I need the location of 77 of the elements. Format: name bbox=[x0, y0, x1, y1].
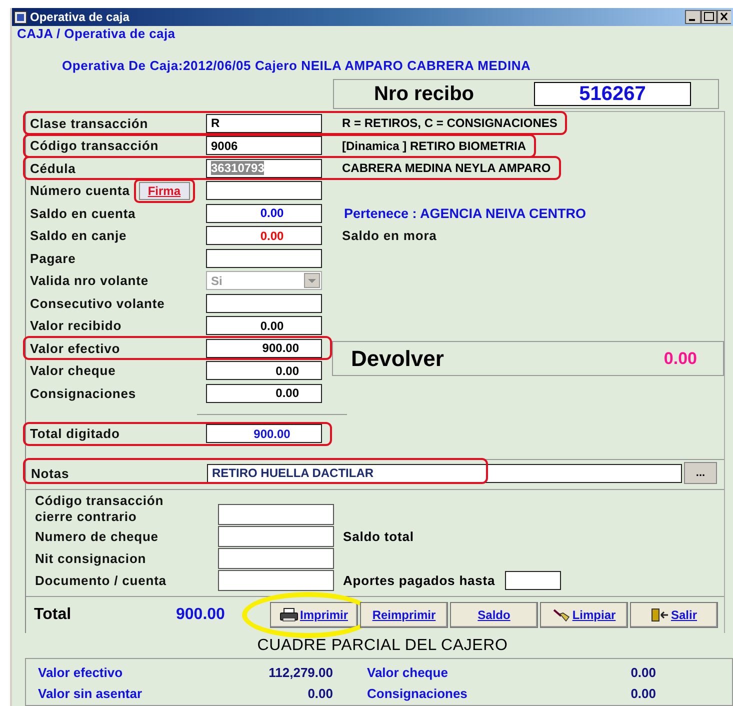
field-note: CABRERA MEDINA NEYLA AMPARO bbox=[342, 161, 551, 176]
summary-value: 0.00 bbox=[306, 686, 333, 700]
input-field[interactable]: 900.00 bbox=[206, 424, 322, 444]
action-button[interactable]: Reimprimir bbox=[360, 602, 448, 628]
input-field[interactable] bbox=[218, 504, 334, 524]
input-field[interactable]: 0.00 bbox=[206, 226, 322, 246]
input-field[interactable]: 36310793 bbox=[206, 158, 322, 178]
field-label: Saldo total bbox=[343, 529, 414, 544]
field-label: Consecutivo volante bbox=[30, 296, 165, 311]
window-title: Operativa de caja bbox=[30, 10, 130, 24]
input-field[interactable]: 0.00 bbox=[206, 316, 322, 336]
section-title: CUADRE PARCIAL DEL CAJERO bbox=[256, 636, 509, 656]
summary-label: Valor sin asentar bbox=[38, 686, 144, 700]
action-button[interactable]: Imprimir bbox=[270, 602, 358, 628]
field-label: Notas bbox=[31, 466, 70, 481]
total-label: Total bbox=[33, 606, 72, 624]
field-note: [Dinamica ] RETIRO BIOMETRIA bbox=[342, 138, 526, 153]
field-label: Número cuenta bbox=[30, 183, 130, 198]
input-field[interactable] bbox=[206, 248, 322, 268]
input-field[interactable]: R bbox=[206, 114, 322, 133]
field-label: Pagare bbox=[30, 250, 76, 266]
header-text: Operativa De Caja:2012/06/05 Cajero NEILA AMPARO CABRERA MEDINA bbox=[62, 58, 532, 74]
field-label: Código transacción bbox=[30, 138, 159, 154]
input-field[interactable] bbox=[218, 570, 334, 591]
field-label: Consignaciones bbox=[30, 386, 136, 401]
input-field[interactable]: 0.00 bbox=[206, 361, 322, 380]
exit-door-icon bbox=[650, 608, 669, 622]
input-field[interactable]: 0.00 bbox=[206, 204, 322, 223]
field-label: Saldo en cuenta bbox=[30, 206, 136, 221]
input-field[interactable]: 9006 bbox=[206, 136, 322, 156]
maximize-icon[interactable] bbox=[701, 10, 717, 24]
action-button[interactable]: Saldo bbox=[450, 602, 538, 628]
input-field[interactable]: 900.00 bbox=[206, 338, 322, 358]
total-amount: 900.00 bbox=[176, 606, 226, 624]
field-note: Pertenece : AGENCIA NEIVA CENTRO bbox=[344, 206, 586, 221]
input-field[interactable]: 0.00 bbox=[206, 384, 322, 403]
field-label: Valor cheque bbox=[30, 363, 116, 378]
browse-button[interactable]: ... bbox=[684, 462, 717, 484]
summary-value: 0.00 bbox=[630, 686, 656, 700]
field-label: Clase transacción bbox=[30, 116, 148, 131]
signature-button[interactable]: Firma bbox=[138, 182, 190, 200]
field-label: Valida nro volante bbox=[30, 273, 148, 288]
summary-value: 0.00 bbox=[630, 664, 656, 680]
breadcrumb: CAJA / Operativa de caja bbox=[16, 26, 176, 42]
printer-icon bbox=[280, 608, 298, 622]
field-label: Valor recibido bbox=[30, 318, 122, 334]
input-field[interactable] bbox=[505, 571, 562, 590]
summary-value: 112,279.00 bbox=[268, 664, 333, 680]
window-icon bbox=[14, 10, 27, 24]
field-label: Valor efectivo bbox=[30, 340, 120, 356]
input-field[interactable] bbox=[218, 526, 334, 547]
field-label: Documento / cuenta bbox=[35, 572, 168, 588]
change-label: Devolver bbox=[351, 346, 444, 372]
field-note: Saldo en mora bbox=[342, 228, 437, 244]
minimize-icon[interactable] bbox=[685, 10, 701, 24]
field-label: Código transacción cierre contrario bbox=[35, 493, 165, 525]
field-label: Saldo en canje bbox=[30, 228, 127, 244]
field-note: R = RETIROS, C = CONSIGNACIONES bbox=[342, 116, 558, 130]
summary-label: Consignaciones bbox=[366, 686, 468, 700]
action-button[interactable]: Salir bbox=[630, 602, 718, 628]
receipt-label: Nro recibo bbox=[374, 82, 476, 106]
input-field[interactable] bbox=[206, 294, 322, 313]
action-button[interactable]: Limpiar bbox=[540, 602, 628, 628]
broom-icon bbox=[552, 608, 570, 622]
field-label: Numero de cheque bbox=[35, 528, 160, 544]
field-label: Total digitado bbox=[30, 426, 120, 442]
notes-field[interactable]: RETIRO HUELLA DACTILAR bbox=[207, 464, 682, 483]
summary-label: Valor cheque bbox=[366, 664, 449, 680]
input-field[interactable] bbox=[218, 548, 334, 569]
input-field[interactable] bbox=[206, 181, 322, 200]
field-label: Cédula bbox=[30, 160, 76, 176]
field-label: Aportes pagados hasta bbox=[343, 573, 496, 588]
close-icon[interactable] bbox=[717, 10, 731, 24]
receipt-number: 516267 bbox=[534, 82, 691, 106]
field-label: Nit consignacion bbox=[35, 550, 148, 566]
summary-label: Valor efectivo bbox=[38, 664, 124, 680]
change-amount: 0.00 bbox=[664, 348, 697, 368]
